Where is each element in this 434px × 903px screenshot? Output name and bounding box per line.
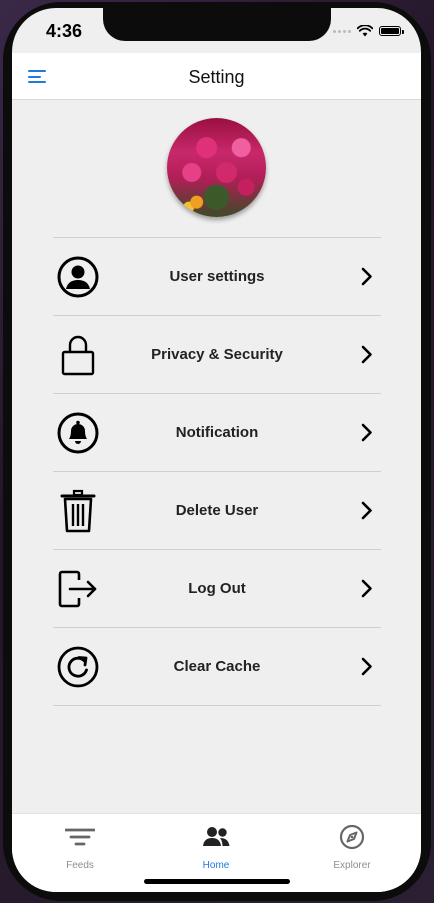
settings-row-log-out[interactable]: Log Out [53,550,381,628]
chevron-right-icon [361,423,372,442]
status-time: 4:36 [46,21,83,41]
tab-label: Home [202,860,230,871]
settings-row-delete-user[interactable]: Delete User [53,472,381,550]
chevron-right-icon [361,501,372,520]
settings-row-label: Privacy & Security [151,346,283,363]
settings-row-label: User settings [169,268,265,285]
battery-icon [379,26,404,36]
settings-row-label: Notification [175,424,259,441]
nav-bar: Setting [12,53,421,100]
tab-label: Explorer [333,860,371,871]
settings-list: User settings Privacy & Security Notific… [53,237,381,706]
settings-row-label: Log Out [188,580,246,597]
notch [103,8,331,41]
settings-row-user-settings[interactable]: User settings [53,238,381,316]
tab-label: Feeds [66,860,94,871]
settings-row-label: Delete User [175,502,259,519]
compass-icon [339,824,365,850]
status-icons [333,25,404,37]
home-indicator [144,879,290,884]
users-icon [203,827,230,846]
chevron-right-icon [361,345,372,364]
tab-feeds[interactable]: Feeds [12,814,148,892]
chevron-right-icon [361,267,372,286]
filter-icon [65,828,95,846]
settings-row-privacy-security[interactable]: Privacy & Security [53,316,381,394]
screen: 4:36 Setting User settings Privacy & Sec… [12,8,421,892]
avatar[interactable] [167,118,266,217]
page-title: Setting [188,67,245,87]
tab-bar: Feeds Home Explorer [12,813,421,892]
wifi-icon [357,25,373,37]
settings-row-label: Clear Cache [173,658,261,675]
device-frame: 4:36 Setting User settings Privacy & Sec… [0,0,434,903]
settings-row-clear-cache[interactable]: Clear Cache [53,628,381,706]
cellular-signal-icon [333,29,351,33]
tab-explorer[interactable]: Explorer [284,814,420,892]
chevron-right-icon [361,657,372,676]
settings-row-notification[interactable]: Notification [53,394,381,472]
chevron-right-icon [361,579,372,598]
